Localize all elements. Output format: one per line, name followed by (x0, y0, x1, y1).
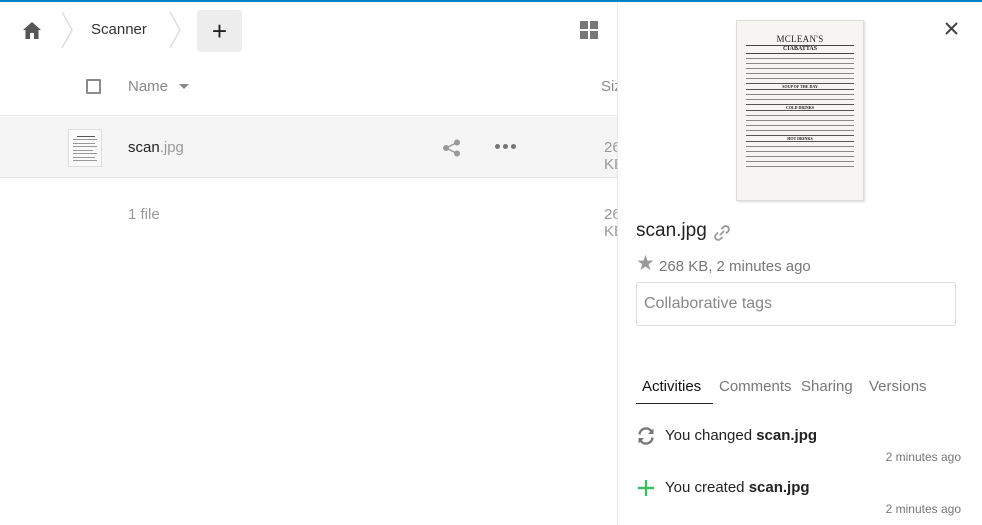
preview-section: SOUP OF THE DAY (746, 83, 854, 90)
tab-comments[interactable]: Comments (719, 378, 792, 395)
file-list-panel: Scanner + Name Size scan.jpg 268 KB 1 fi… (0, 2, 617, 525)
activity-text: You changed scan.jpg (665, 427, 818, 444)
breadcrumb-item-scanner[interactable]: Scanner (91, 21, 147, 38)
file-meta: 268 KB, 2 minutes ago (659, 258, 811, 275)
activity-target-link[interactable]: scan.jpg (749, 479, 810, 496)
more-options-icon[interactable] (495, 144, 517, 150)
share-icon[interactable] (442, 139, 462, 157)
file-basename: scan (128, 139, 160, 156)
tab-sharing[interactable]: Sharing (801, 378, 853, 395)
sidebar-tabs: Activities Comments Sharing Versions (636, 376, 966, 406)
tab-activities[interactable]: Activities (642, 378, 701, 395)
preview-section: COLD DRINKS (746, 104, 854, 111)
file-name[interactable]: scan.jpg (128, 139, 184, 156)
file-thumbnail[interactable] (68, 129, 102, 167)
home-icon[interactable] (16, 14, 48, 46)
file-size: 268 KB (604, 139, 617, 173)
select-all-checkbox[interactable] (86, 79, 101, 94)
activity-target-link[interactable]: scan.jpg (756, 427, 817, 444)
activity-item: You changed scan.jpg 2 minutes ago (636, 426, 966, 470)
activity-timestamp: 2 minutes ago (885, 450, 961, 464)
active-tab-indicator (636, 403, 713, 404)
breadcrumb-separator-icon (169, 12, 181, 48)
new-button[interactable]: + (197, 10, 242, 52)
column-header-size[interactable]: Size (601, 78, 617, 95)
tab-versions[interactable]: Versions (869, 378, 927, 395)
preview-section: HOT DRINKS (746, 135, 854, 142)
file-count-summary: 1 file (128, 206, 160, 223)
link-icon[interactable] (712, 224, 732, 242)
breadcrumb-separator-icon (61, 12, 73, 48)
sidebar-file-name: scan.jpg (636, 220, 707, 241)
column-header-name[interactable]: Name (128, 78, 168, 95)
total-size-summary: 268 KB (604, 206, 617, 240)
breadcrumb: Scanner + (0, 2, 617, 58)
table-row[interactable]: scan.jpg 268 KB (0, 117, 617, 178)
activity-text: You created scan.jpg (665, 479, 810, 496)
file-extension: .jpg (159, 139, 184, 156)
activity-item: You created scan.jpg 2 minutes ago (636, 478, 966, 522)
sort-down-icon[interactable] (179, 84, 189, 89)
preview-title: MCLEAN'S (776, 34, 824, 44)
plus-icon (636, 478, 656, 498)
favorite-star-icon[interactable]: ★ (636, 253, 655, 274)
details-sidebar: MCLEAN'S CIABATTAS SOUP OF THE DAY COLD … (617, 2, 982, 525)
grid-view-icon[interactable] (580, 21, 600, 41)
file-preview-image[interactable]: MCLEAN'S CIABATTAS SOUP OF THE DAY COLD … (736, 20, 864, 201)
file-list-header: Name Size (0, 58, 617, 116)
preview-subtitle: CIABATTAS (746, 45, 854, 54)
close-icon[interactable] (940, 17, 962, 39)
collaborative-tags-input[interactable]: Collaborative tags (636, 282, 956, 326)
activity-timestamp: 2 minutes ago (885, 502, 961, 516)
refresh-icon (636, 426, 656, 446)
